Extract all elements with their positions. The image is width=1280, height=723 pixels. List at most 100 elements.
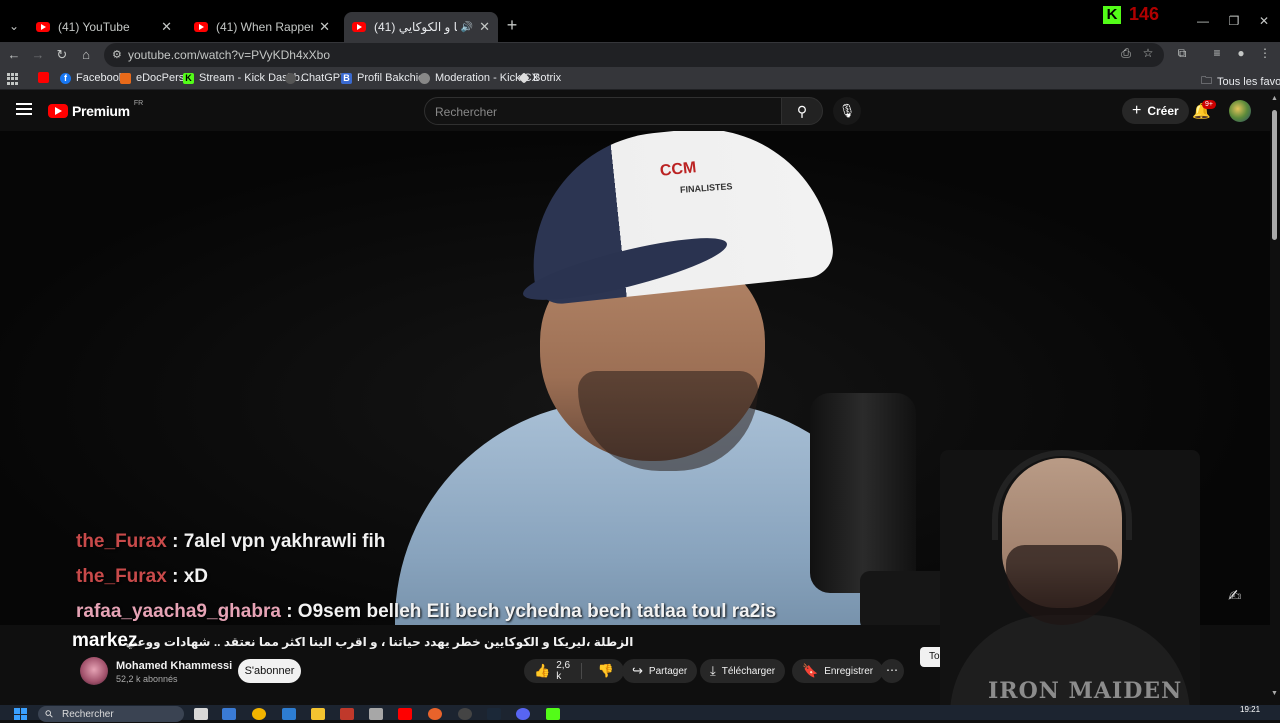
scroll-down-arrow-icon[interactable]: ▼ [1271, 690, 1278, 697]
new-tab-button[interactable]: + [503, 16, 521, 34]
hamburger-menu-icon[interactable] [16, 103, 32, 115]
subscribe-button[interactable]: S'abonner [238, 659, 301, 683]
reload-icon[interactable]: ↻ [53, 46, 71, 64]
bookmark-facebook[interactable]: f Facebook [60, 72, 124, 84]
shirt-print-text: IRON MAIDEN [988, 678, 1183, 704]
close-tab-icon[interactable]: ✕ [161, 19, 172, 35]
scroll-up-arrow-icon[interactable]: ▲ [1271, 95, 1278, 102]
home-icon[interactable]: ⌂ [77, 46, 95, 64]
all-bookmarks-folder[interactable]: 🗀 Tous les favoris [1201, 72, 1280, 91]
download-button[interactable]: ⤓ Télécharger [700, 659, 786, 683]
streamer-webcam: IRON MAIDEN [940, 450, 1200, 720]
tab-youtube-home[interactable]: (41) YouTube ✕ [28, 12, 180, 42]
youtube-favicon-icon [36, 22, 50, 32]
search-input[interactable]: Rechercher [424, 97, 782, 125]
download-icon: ⤓ [710, 663, 716, 678]
audio-playing-icon[interactable]: 🔊 [461, 22, 473, 33]
tab-title: (41) YouTube [58, 20, 130, 34]
logo-text: Premium [72, 103, 130, 119]
bookmark-edocperso[interactable]: eDocPerso [120, 72, 190, 84]
browser-tab-strip: ⌄ (41) YouTube ✕ (41) When Rappers Drop … [0, 0, 1280, 42]
minimize-icon[interactable]: — [1193, 14, 1213, 28]
restore-icon[interactable]: ❐ [1224, 14, 1244, 28]
share-label: Partager [648, 665, 688, 677]
obs-icon[interactable] [458, 708, 472, 720]
file-explorer-icon[interactable] [311, 708, 325, 720]
like-button[interactable]: 👍 2,6 k [524, 660, 582, 682]
chat-text: : xD [166, 566, 208, 587]
youtube-play-icon [48, 104, 68, 118]
app-icon-red[interactable] [340, 708, 354, 720]
bookmark-chatgpt[interactable]: ChatGPT [285, 72, 347, 84]
bookmark-bakchich[interactable]: B Profil Bakchich [341, 72, 430, 84]
extensions-puzzle-icon[interactable]: ⧉ [1173, 46, 1191, 61]
forward-arrow-icon[interactable]: → [29, 46, 47, 64]
task-view-icon[interactable] [194, 708, 208, 720]
tab-search-chevron-icon[interactable]: ⌄ [4, 16, 24, 36]
bookmark-star-icon[interactable]: ☆ [1139, 46, 1157, 60]
chat-username: rafaa_yaacha9_ghabra [76, 601, 281, 622]
url-text[interactable]: youtube.com/watch?v=PVyKDh4xXbo [128, 48, 330, 62]
voice-search-mic-icon[interactable]: 🎙 [833, 97, 861, 125]
channel-name[interactable]: Mohamed Khammessi [116, 660, 232, 672]
app-icon-gray[interactable] [369, 708, 383, 720]
share-arrow-icon: ↪ [632, 663, 643, 678]
copilot-icon[interactable] [222, 708, 236, 720]
folder-icon: 🗀 [1201, 75, 1212, 87]
chat-text: : O9sem belleh Eli bech ychedna bech tat… [280, 601, 777, 622]
like-dislike-group: 👍 2,6 k 👎 [524, 659, 624, 683]
store-icon[interactable] [282, 708, 296, 720]
page-scrollbar-thumb[interactable] [1272, 110, 1277, 240]
tab-title: (41) When Rappers Drop Rand [216, 20, 314, 34]
subscriber-count: 52,2 k abonnés [116, 674, 178, 684]
more-actions-icon[interactable]: ⋯ [880, 659, 904, 683]
chrome-icon[interactable] [252, 708, 266, 720]
tab-title: (41) الزطلة ،ليريكا و الكوكايي [374, 20, 457, 34]
channel-watermark-icon[interactable]: ✍ [1228, 586, 1241, 606]
close-window-icon[interactable]: ✕ [1254, 14, 1274, 28]
close-tab-icon[interactable]: ✕ [319, 19, 330, 35]
search-button[interactable]: ⚲ [781, 97, 823, 125]
bookmark-label: Botrix [533, 72, 562, 84]
windows-start-icon[interactable] [14, 708, 28, 720]
chat-text: : 7alel vpn yakhrawli fih [166, 531, 386, 552]
notification-badge: 9+ [1202, 100, 1216, 109]
thumbs-up-icon: 👍 [534, 663, 551, 678]
kick-app-icon[interactable] [546, 708, 560, 720]
apps-grid-icon[interactable] [7, 73, 19, 85]
create-label: Créer [1147, 104, 1179, 118]
kick-viewer-overlay: K 146 [1103, 4, 1159, 25]
bookmark-botrix[interactable]: Botrix [518, 72, 562, 84]
more-menu-icon[interactable]: ⋮ [1256, 46, 1274, 60]
youtube-premium-logo[interactable]: Premium FR [48, 99, 144, 119]
dislike-button[interactable]: 👎 [588, 663, 624, 679]
tab-current-video[interactable]: (41) الزطلة ،ليريكا و الكوكايي 🔊 ✕ [344, 12, 498, 42]
account-avatar[interactable] [1229, 100, 1251, 122]
bookmark-youtube[interactable] [38, 72, 49, 83]
install-app-icon[interactable]: ⎙ [1117, 46, 1135, 61]
thumbs-down-icon: 👎 [597, 663, 614, 678]
botrix-icon [518, 72, 530, 84]
profile-avatar-icon[interactable]: ● [1232, 46, 1250, 60]
create-button[interactable]: + Créer [1122, 98, 1189, 124]
site-settings-icon[interactable]: ⚙ [112, 48, 122, 61]
channel-avatar[interactable] [80, 657, 108, 685]
chat-username: the_Furax [76, 531, 167, 552]
media-controls-icon[interactable]: ≡ [1208, 46, 1226, 60]
chat-username: the_Furax [76, 566, 167, 587]
share-button[interactable]: ↪ Partager [622, 659, 698, 683]
discord-icon[interactable] [516, 708, 530, 720]
tab-rappers-video[interactable]: (41) When Rappers Drop Rand ✕ [186, 12, 338, 42]
address-bar[interactable]: ⚙ youtube.com/watch?v=PVyKDh4xXbo [104, 43, 1164, 67]
country-code: FR [133, 99, 144, 107]
streamer-overlay-name: markez [72, 630, 138, 651]
youtube-app-icon[interactable] [398, 708, 412, 720]
back-arrow-icon[interactable]: ← [5, 46, 23, 64]
close-tab-icon[interactable]: ✕ [479, 19, 490, 35]
steam-icon[interactable] [487, 708, 501, 720]
save-button[interactable]: 🔖 Enregistrer [792, 659, 884, 683]
browser-toolbar: ← → ↻ ⌂ ⚙ youtube.com/watch?v=PVyKDh4xXb… [0, 42, 1280, 68]
app-icon-orange[interactable] [428, 708, 442, 720]
youtube-favicon-icon [352, 22, 366, 32]
taskbar-clock: 19:21 [1240, 705, 1261, 714]
